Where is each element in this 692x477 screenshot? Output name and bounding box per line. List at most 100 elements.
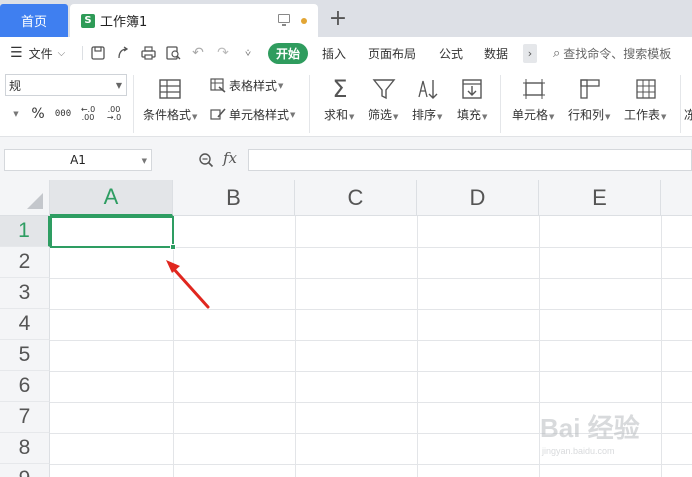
cell-style-button[interactable]: 单元格样式 ▼	[210, 106, 295, 123]
print-preview-icon[interactable]	[165, 45, 181, 61]
cell-icon[interactable]	[522, 77, 546, 101]
redo-icon[interactable]: ↷	[215, 45, 231, 61]
conditional-format-icon[interactable]	[158, 77, 182, 101]
ribbon: 规 ▼ ▼ % 000 ←.0 .00 .00 →.0 条件格式▼ 表格样式 ▼ …	[0, 69, 692, 137]
more-tabs-button[interactable]: ›	[523, 44, 537, 63]
menu-bar: ☰ 文件 ⌵ ↶ ↷ ⩒ 开始 插入 页面布局 公式 数据 › ⌕ 查找命令、搜…	[0, 37, 692, 69]
watermark-url: jingyan.baidu.com	[542, 446, 615, 456]
gridline	[50, 340, 692, 341]
column-header-a[interactable]: A	[50, 180, 173, 216]
chevron-down-icon: ▼	[278, 81, 284, 90]
worksheet-button[interactable]: 工作表▼	[624, 106, 666, 123]
sort-icon[interactable]	[416, 77, 440, 101]
chevron-down-icon: ▼	[549, 113, 555, 121]
gridline	[295, 216, 296, 477]
monitor-icon[interactable]	[278, 14, 290, 26]
fill-icon[interactable]	[460, 77, 484, 101]
search-placeholder: 查找命令、搜索模板	[563, 46, 672, 61]
column-header-d[interactable]: D	[417, 180, 539, 216]
document-title: 工作簿1	[100, 15, 148, 30]
save-icon[interactable]	[90, 45, 106, 61]
currency-dropdown-icon[interactable]: ▼	[11, 104, 21, 124]
tab-formula[interactable]: 公式	[439, 37, 463, 69]
chevron-down-icon: ▼	[349, 113, 355, 121]
divider	[309, 75, 310, 133]
percent-button[interactable]: %	[30, 104, 46, 124]
tab-page-layout[interactable]: 页面布局	[368, 37, 416, 69]
gridline	[50, 278, 692, 279]
worksheet-icon[interactable]	[634, 77, 658, 101]
table-style-icon	[210, 78, 226, 93]
row-column-label: 行和列	[568, 108, 605, 122]
conditional-format-label: 条件格式	[143, 108, 192, 122]
row-header-1[interactable]: 1	[0, 216, 50, 247]
function-icon[interactable]: fx	[223, 149, 237, 167]
name-box[interactable]: A1 ▼	[4, 149, 152, 171]
column-header-e[interactable]: E	[539, 180, 661, 216]
filter-button[interactable]: 筛选▼	[368, 106, 398, 123]
chevron-down-icon: ▼	[115, 81, 122, 90]
divider	[500, 75, 501, 133]
command-search[interactable]: ⌕ 查找命令、搜索模板	[553, 37, 671, 69]
number-format-value: 规	[9, 78, 22, 93]
decrease-decimal-button[interactable]: .00 →.0	[103, 104, 125, 124]
sort-label: 排序	[412, 108, 437, 122]
file-menu[interactable]: ☰ 文件 ⌵	[10, 37, 65, 69]
increase-decimal-button[interactable]: ←.0 .00	[78, 104, 98, 124]
column-header-f[interactable]	[661, 180, 692, 216]
export-pdf-icon[interactable]	[115, 45, 131, 61]
tab-home[interactable]: 首页	[0, 4, 68, 37]
divider	[133, 75, 134, 133]
chevron-down-icon: ▼	[437, 113, 443, 121]
row-header-4[interactable]: 4	[0, 309, 50, 340]
cell-button[interactable]: 单元格▼	[512, 106, 554, 123]
gridline	[50, 371, 692, 372]
fill-button[interactable]: 填充▼	[457, 106, 487, 123]
undo-icon[interactable]: ↶	[190, 45, 206, 61]
formula-input[interactable]	[248, 149, 692, 171]
hamburger-icon: ☰	[10, 45, 23, 61]
table-style-button[interactable]: 表格样式 ▼	[210, 77, 283, 94]
new-tab-button[interactable]: +	[328, 6, 348, 31]
sum-icon[interactable]: Σ	[328, 75, 352, 103]
row-header-5[interactable]: 5	[0, 340, 50, 371]
chevron-down-icon: ▼	[290, 110, 296, 119]
tab-document[interactable]: S 工作簿1	[70, 4, 318, 37]
select-all-button[interactable]	[0, 180, 50, 216]
row-header-7[interactable]: 7	[0, 402, 50, 433]
cell-style-label: 单元格样式	[229, 108, 290, 122]
row-column-button[interactable]: 行和列▼	[568, 106, 610, 123]
baidu-watermark: Bai 经验 jingyan.baidu.com	[540, 402, 680, 470]
fill-label: 填充	[457, 108, 482, 122]
column-header-b[interactable]: B	[173, 180, 295, 216]
gridline	[417, 216, 418, 477]
freeze-button[interactable]: 冻	[684, 106, 692, 123]
column-header-c[interactable]: C	[295, 180, 417, 216]
filter-label: 筛选	[368, 108, 393, 122]
tab-data[interactable]: 数据	[484, 37, 508, 69]
print-icon[interactable]	[140, 45, 156, 61]
row-header-3[interactable]: 3	[0, 278, 50, 309]
sum-label: 求和	[324, 108, 349, 122]
conditional-format-button[interactable]: 条件格式▼	[143, 106, 197, 123]
row-header-6[interactable]: 6	[0, 371, 50, 402]
chevron-down-icon: ▼	[605, 113, 611, 121]
thousands-separator-button[interactable]: 000	[52, 104, 74, 124]
row-header-9[interactable]: 9	[0, 464, 50, 477]
sort-button[interactable]: 排序▼	[412, 106, 442, 123]
divider	[82, 46, 83, 60]
chevron-down-icon: ⌵	[57, 47, 66, 59]
selected-cell-a1[interactable]	[50, 216, 174, 248]
filter-icon[interactable]	[372, 77, 396, 101]
tab-insert[interactable]: 插入	[322, 37, 346, 69]
number-format-select[interactable]: 规 ▼	[5, 74, 127, 96]
sum-button[interactable]: 求和▼	[324, 106, 354, 123]
file-menu-label: 文件	[28, 46, 53, 61]
zoom-icon[interactable]	[198, 152, 214, 168]
quick-access-dropdown-icon[interactable]: ⩒	[240, 45, 256, 61]
row-header-2[interactable]: 2	[0, 247, 50, 278]
name-box-value: A1	[70, 153, 86, 167]
row-column-icon[interactable]	[578, 77, 602, 101]
tab-start[interactable]: 开始	[268, 43, 308, 64]
row-header-8[interactable]: 8	[0, 433, 50, 464]
